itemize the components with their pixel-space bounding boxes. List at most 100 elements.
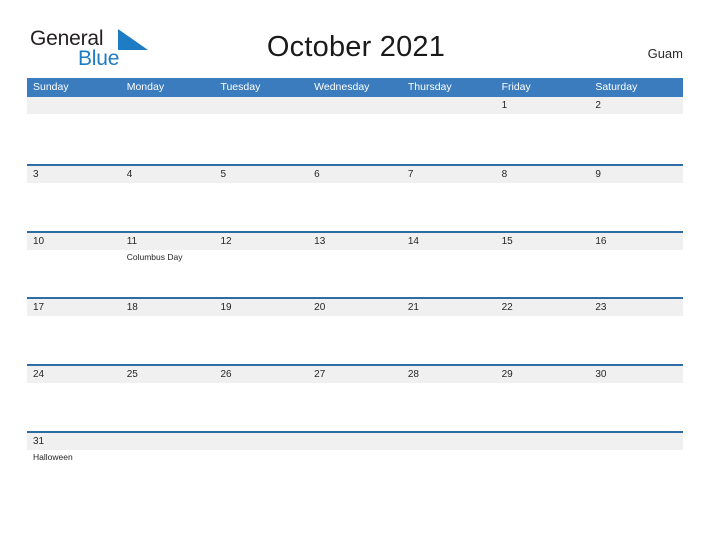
calendar-day-cell[interactable]: 16 — [589, 232, 684, 298]
day-number: 12 — [220, 235, 232, 247]
day-number: 14 — [407, 235, 419, 247]
day-number: 2 — [595, 100, 601, 111]
calendar-day-cell[interactable]: 23 — [589, 299, 684, 364]
calendar-week-cells: 3 4 5 6 7 8 9 — [27, 165, 684, 231]
calendar-week-row: 12 — [27, 97, 684, 164]
day-number-band — [495, 165, 590, 183]
calendar-day-cell-empty — [308, 97, 402, 164]
day-number: 18 — [126, 302, 138, 314]
weekday-header-row: Sunday Monday Tuesday Wednesday Thursday… — [27, 78, 683, 97]
calendar-week-cells: 12 — [27, 97, 684, 164]
day-number: 3 — [33, 168, 39, 180]
calendar-day-cell-empty — [120, 97, 215, 164]
day-number-band — [214, 432, 309, 450]
weekday-header-monday: Monday — [126, 81, 165, 93]
weekday-header-wednesday: Wednesday — [314, 81, 370, 93]
calendar-day-cell[interactable]: 11 Columbus Day — [120, 232, 215, 298]
calendar-day-cell[interactable]: 21 — [401, 299, 496, 364]
calendar-day-cell[interactable]: 12 — [214, 232, 309, 298]
day-number-band — [401, 165, 496, 183]
day-number: 19 — [220, 302, 232, 314]
day-number-band — [401, 97, 496, 114]
calendar-day-cell[interactable]: 6 — [308, 165, 402, 231]
calendar-week-row: 17 18 19 20 21 22 23 — [27, 297, 684, 365]
day-number: 1 — [501, 100, 508, 111]
day-number: 6 — [314, 168, 320, 180]
calendar-day-cell[interactable]: 5 — [214, 165, 309, 231]
day-number: 10 — [33, 235, 45, 247]
calendar-day-cell-empty — [495, 432, 590, 498]
calendar-day-cell[interactable]: 18 — [120, 299, 215, 364]
calendar-week-cells: 10 11 Columbus Day 12 13 14 15 16 — [27, 232, 684, 298]
day-number: 11 — [126, 235, 138, 247]
day-number-band — [308, 432, 402, 450]
calendar-day-cell[interactable]: 10 — [27, 232, 121, 298]
calendar-day-cell[interactable]: 17 — [27, 299, 121, 364]
calendar-day-cell[interactable]: 31 Halloween — [27, 432, 121, 498]
day-number-band — [495, 432, 590, 450]
day-number: 23 — [595, 302, 607, 314]
day-number: 24 — [33, 369, 45, 381]
day-number: 27 — [314, 369, 326, 381]
calendar-day-cell-empty — [401, 97, 496, 164]
calendar-day-cell[interactable]: 13 — [308, 232, 402, 298]
day-number: 21 — [407, 302, 419, 314]
day-number-band — [214, 97, 309, 114]
calendar-day-cell[interactable]: 29 — [495, 366, 590, 431]
calendar-day-cell[interactable]: 25 — [120, 366, 215, 431]
calendar-day-cell[interactable]: 3 — [27, 165, 121, 231]
day-number: 22 — [501, 302, 513, 314]
calendar-day-cell[interactable]: 24 — [27, 366, 121, 431]
day-number-band — [589, 165, 684, 183]
calendar-week-row: 24 25 26 27 28 29 30 — [27, 364, 684, 431]
day-number: 13 — [314, 235, 326, 247]
day-number: 7 — [407, 168, 414, 180]
day-number: 5 — [220, 168, 226, 180]
calendar-day-cell[interactable]: 2 — [589, 97, 684, 164]
weekday-header-sunday: Sunday — [33, 81, 69, 93]
calendar-day-cell[interactable]: 15 — [495, 232, 590, 298]
calendar-day-cell[interactable]: 1 — [495, 97, 590, 164]
calendar-week-cells: 31 Halloween — [27, 432, 684, 498]
day-number: 20 — [314, 302, 326, 314]
calendar-day-cell[interactable]: 20 — [308, 299, 402, 364]
calendar-weeks: 1 2 3 4 5 6 7 8 9 10 11 Columbus Day 12 13 14 15 16 17 18 1… — [27, 97, 684, 498]
day-event-label: Columbus Day — [126, 251, 183, 262]
day-number-band — [120, 432, 215, 450]
calendar-day-cell-empty — [214, 97, 309, 164]
calendar-day-cell[interactable]: 27 — [308, 366, 402, 431]
day-number-band — [214, 165, 309, 183]
day-number: 25 — [126, 369, 138, 381]
page-title: October 2021 — [266, 31, 446, 63]
calendar-day-cell-empty — [308, 432, 402, 498]
calendar-week-row: 31 Halloween — [27, 430, 684, 498]
calendar-day-cell-empty — [589, 432, 684, 498]
page-header: General Blue October 2021 Guam — [0, 0, 712, 76]
calendar-day-cell[interactable]: 9 — [589, 165, 684, 231]
day-number: 26 — [220, 369, 232, 381]
day-number: 17 — [33, 302, 45, 314]
day-number-band — [120, 97, 215, 114]
day-number-band — [120, 165, 215, 183]
day-number-band — [495, 97, 590, 114]
calendar-week-cells: 24 25 26 27 28 29 30 — [27, 366, 684, 431]
calendar-day-cell[interactable]: 28 — [401, 366, 496, 431]
calendar-week-cells: 17 18 19 20 21 22 23 — [27, 299, 684, 364]
calendar-day-cell[interactable]: 30 — [589, 366, 684, 431]
day-number: 28 — [407, 369, 419, 381]
calendar-day-cell[interactable]: 26 — [214, 366, 309, 431]
calendar-day-cell-empty — [120, 432, 215, 498]
weekday-header-thursday: Thursday — [407, 81, 452, 93]
day-number-band — [401, 432, 496, 450]
day-number: 29 — [501, 369, 513, 381]
day-number: 9 — [595, 168, 601, 180]
day-number: 30 — [595, 369, 607, 381]
calendar-day-cell[interactable]: 8 — [495, 165, 590, 231]
calendar-day-cell[interactable]: 4 — [120, 165, 215, 231]
calendar-grid: Sunday Monday Tuesday Wednesday Thursday… — [27, 78, 684, 498]
calendar-day-cell[interactable]: 19 — [214, 299, 309, 364]
calendar-day-cell[interactable]: 22 — [495, 299, 590, 364]
calendar-day-cell[interactable]: 7 — [401, 165, 496, 231]
day-number-band — [27, 165, 121, 183]
calendar-day-cell[interactable]: 14 — [401, 232, 496, 298]
